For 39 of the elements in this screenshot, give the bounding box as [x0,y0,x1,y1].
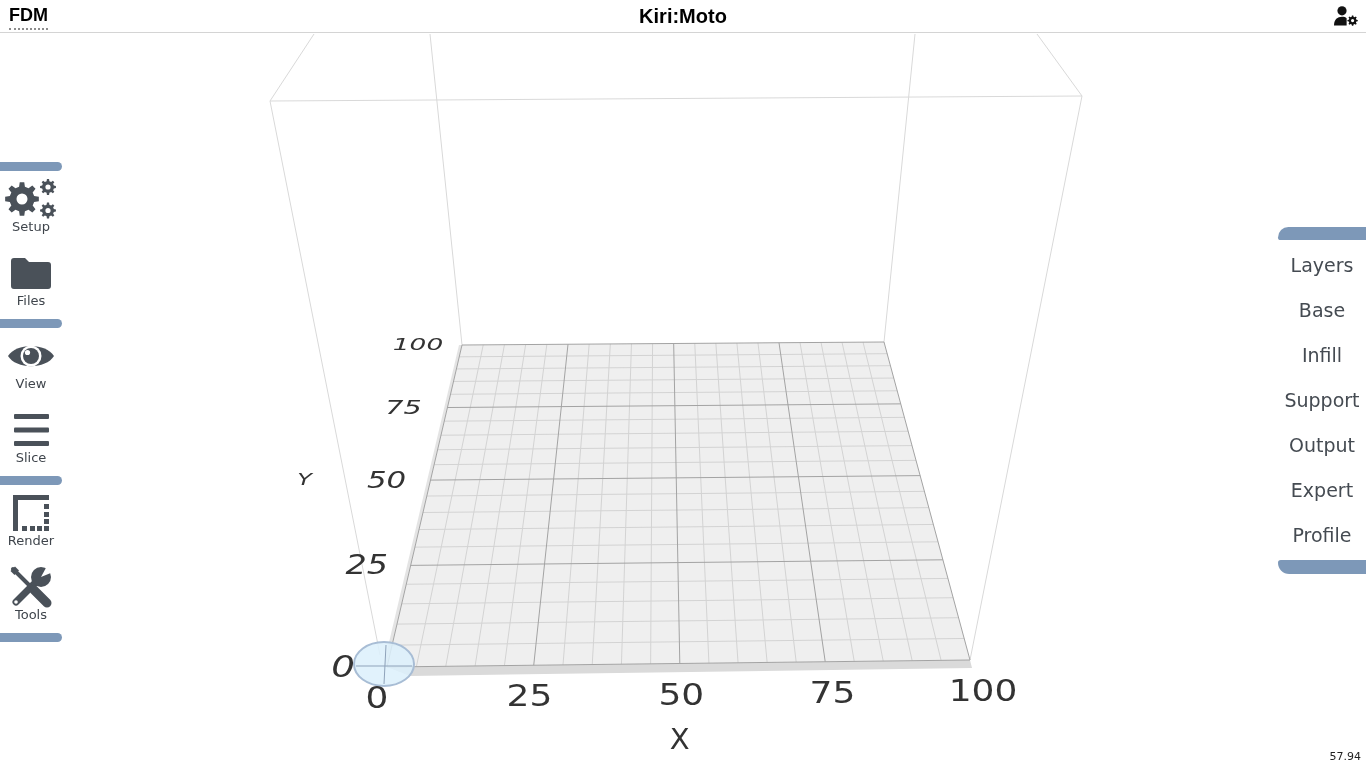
axis-title: Y [297,470,312,489]
sidebar-button[interactable]: View [0,328,62,402]
settings-menu-item[interactable]: Layers [1278,243,1366,288]
axis-tick-label: 50 [366,466,407,493]
app-title: Kiri:Moto [639,5,727,27]
sidebar-button[interactable]: Slice [0,402,62,476]
wrench-screwdriver-icon [10,566,52,608]
divider-bar [0,319,62,328]
sidebar-button[interactable]: Setup [0,171,62,245]
user-settings-icon[interactable] [1334,6,1358,26]
settings-menu-item[interactable]: Expert [1278,468,1366,513]
settings-menu-item[interactable]: Profile [1278,513,1366,558]
fps-counter: 57.94 [1329,750,1361,763]
divider-bar [0,476,62,485]
settings-menu-item[interactable]: Output [1278,423,1366,468]
sidebar-button[interactable]: Files [0,245,62,319]
settings-menu-item[interactable]: Infill [1278,333,1366,378]
divider-bar [0,162,62,171]
gears-icon [5,179,57,219]
axis-tick-label: 0 [331,648,355,685]
folder-icon [11,257,51,289]
axis-tick-label: 75 [809,674,856,710]
sidebar-button[interactable]: Tools [0,559,62,633]
mode-button[interactable]: FDM [9,6,48,30]
axis-tick-label: 50 [658,676,705,712]
axis-tick-label: 0 [365,679,389,716]
settings-menu-item[interactable]: Support [1278,378,1366,423]
axis-tick-label: 25 [506,678,553,714]
dotted-frame-icon [13,495,49,531]
sidebar-button[interactable]: Render [0,485,62,559]
axis-tick-label: 100 [948,672,1018,709]
axis-title: X [669,722,690,756]
settings-menu-item[interactable]: Base [1278,288,1366,333]
axis-tick-label: 75 [385,395,422,419]
origin-marker-icon [353,641,415,687]
three-bars-icon [13,414,49,446]
axis-tick-label: 25 [345,549,388,581]
divider-bar [0,633,62,642]
axis-tick-label: 100 [392,335,444,354]
